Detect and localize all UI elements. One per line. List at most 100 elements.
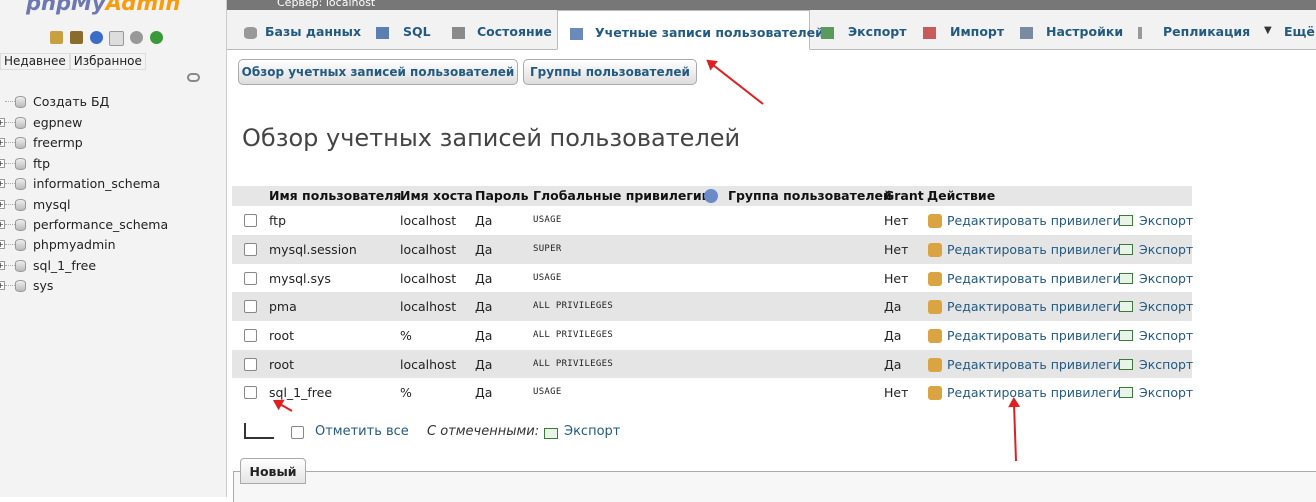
server-breadcrumb: Сервер: localhost <box>227 0 1316 10</box>
tree-item-egpnew[interactable]: + egpnew <box>0 113 226 133</box>
help-icon[interactable] <box>704 189 718 203</box>
tab-user-accounts[interactable]: Учетные записи пользователей <box>557 10 824 50</box>
tab-import[interactable]: Импорт <box>914 10 1008 49</box>
logout-icon[interactable] <box>70 31 83 44</box>
tree-item-freermp[interactable]: + freermp <box>0 133 226 153</box>
cell-password: Да <box>475 271 493 286</box>
tab-more[interactable]: ▼ Ещё <box>1254 10 1316 49</box>
col-global-privileges[interactable]: Глобальные привилегии <box>533 186 710 206</box>
tree-item-sql-1-free[interactable]: + sql_1_free <box>0 256 226 276</box>
cell-grant: Да <box>884 328 902 343</box>
cell-hostname: % <box>400 385 412 400</box>
export-link[interactable]: Экспорт <box>1139 350 1193 379</box>
export-link[interactable]: Экспорт <box>1139 321 1193 350</box>
edit-privileges-link[interactable]: Редактировать привилегии <box>947 321 1129 350</box>
cell-grant: Нет <box>884 385 909 400</box>
table-row: root% Да ALL PRIVILEGES Да Редактировать при… <box>232 321 1193 350</box>
tree-item-new-db[interactable]: Создать БД <box>0 92 226 112</box>
edit-privileges-link[interactable]: Редактировать привилегии <box>947 206 1129 235</box>
tree-item-performance-schema[interactable]: + performance_schema <box>0 215 226 235</box>
tab-recent[interactable]: Недавнее <box>0 53 70 70</box>
new-section-title: Новый <box>240 458 306 484</box>
col-username[interactable]: Имя пользователя <box>269 186 401 206</box>
tab-databases[interactable]: Базы данных <box>232 10 361 49</box>
help-icon[interactable] <box>90 31 103 44</box>
tree-item-mysql[interactable]: + mysql <box>0 195 226 215</box>
edit-privileges-icon <box>928 214 942 228</box>
tab-status[interactable]: Состояние <box>444 10 554 49</box>
col-password[interactable]: Пароль <box>475 186 529 206</box>
database-icon <box>15 219 26 231</box>
edit-privileges-link[interactable]: Редактировать привилегии <box>947 292 1129 321</box>
export-selected-button[interactable]: Экспорт <box>564 424 620 439</box>
edit-privileges-link[interactable]: Редактировать привилегии <box>947 378 1129 407</box>
export-icon <box>1119 215 1133 226</box>
table-row: root localhost Да ALL PRIVILEGES Да Редактиро… <box>232 350 1193 379</box>
cell-password: Да <box>475 299 493 314</box>
check-all-checkbox[interactable] <box>291 426 304 439</box>
export-icon <box>821 27 834 39</box>
tab-favorites[interactable]: Избранное <box>69 53 146 70</box>
cell-hostname: % <box>400 328 412 343</box>
link-icon[interactable] <box>187 73 200 82</box>
export-icon <box>544 428 558 439</box>
cell-username: pma <box>269 299 297 314</box>
check-all-label[interactable]: Отметить все <box>315 424 409 439</box>
row-checkbox[interactable] <box>244 358 257 371</box>
sidebar-tabs: Недавнее Избранное <box>0 53 146 70</box>
cell-privileges: SUPER <box>533 244 562 254</box>
gear-icon[interactable] <box>130 31 143 44</box>
reload-icon[interactable] <box>150 31 163 44</box>
annotation-arrow-edit <box>1012 399 1017 462</box>
table-row: mysql.session localhost Да SUPER Нет Редактир… <box>232 235 1193 264</box>
server-title[interactable]: Сервер: localhost <box>277 0 375 9</box>
edit-privileges-link[interactable]: Редактировать привилегии <box>947 350 1129 379</box>
cell-privileges: USAGE <box>533 273 562 283</box>
tab-replication[interactable]: Репликация <box>1128 10 1250 49</box>
docs-icon[interactable] <box>109 31 124 46</box>
phpmyadmin-logo[interactable]: phpMyAdmin <box>26 0 180 15</box>
tree-item-sys[interactable]: + sys <box>0 276 226 296</box>
users-icon <box>570 28 583 40</box>
row-checkbox[interactable] <box>244 272 257 285</box>
tab-settings[interactable]: Настройки <box>1012 10 1124 49</box>
cell-hostname: localhost <box>400 242 457 257</box>
export-icon <box>1119 244 1133 255</box>
edit-privileges-link[interactable]: Редактировать привилегии <box>947 235 1129 264</box>
export-link[interactable]: Экспорт <box>1139 206 1193 235</box>
table-row: pma localhost Да ALL PRIVILEGES Да Редактиров… <box>232 292 1193 321</box>
cell-password: Да <box>475 357 493 372</box>
tab-sql[interactable]: SQL <box>366 10 438 49</box>
new-user-section <box>233 471 1316 502</box>
edit-privileges-icon <box>928 243 942 257</box>
users-table-header: Имя пользователя Имя хоста Пароль Глобал… <box>232 186 1192 206</box>
status-icon <box>452 27 465 39</box>
tree-item-information-schema[interactable]: + information_schema <box>0 174 226 194</box>
export-link[interactable]: Экспорт <box>1139 264 1193 293</box>
page-title: Обзор учетных записей пользователей <box>242 124 741 152</box>
cell-hostname: localhost <box>400 271 457 286</box>
tree-item-ftp[interactable]: + ftp <box>0 154 226 174</box>
export-link[interactable]: Экспорт <box>1139 378 1193 407</box>
home-icon[interactable] <box>50 31 63 44</box>
tab-export[interactable]: Экспорт <box>813 10 909 49</box>
export-link[interactable]: Экспорт <box>1139 292 1193 321</box>
row-checkbox[interactable] <box>244 214 257 227</box>
edit-privileges-link[interactable]: Редактировать привилегии <box>947 264 1129 293</box>
subtab-user-groups[interactable]: Группы пользователей <box>523 59 697 85</box>
cell-grant: Да <box>884 299 902 314</box>
row-checkbox[interactable] <box>244 386 257 399</box>
table-row: ftp localhost Да USAGE Нет Редактировать прив… <box>232 206 1193 235</box>
export-icon <box>1119 359 1133 370</box>
new-db-icon <box>15 96 26 108</box>
row-checkbox[interactable] <box>244 300 257 313</box>
cell-username: mysql.sys <box>269 271 331 286</box>
row-checkbox[interactable] <box>244 329 257 342</box>
subtab-user-overview[interactable]: Обзор учетных записей пользователей <box>238 59 518 85</box>
col-hostname[interactable]: Имя хоста <box>400 186 473 206</box>
row-checkbox[interactable] <box>244 243 257 256</box>
export-link[interactable]: Экспорт <box>1139 235 1193 264</box>
tree-item-phpmyadmin[interactable]: + phpmyadmin <box>0 235 226 255</box>
cell-hostname: localhost <box>400 213 457 228</box>
cell-privileges: ALL PRIVILEGES <box>533 359 614 369</box>
